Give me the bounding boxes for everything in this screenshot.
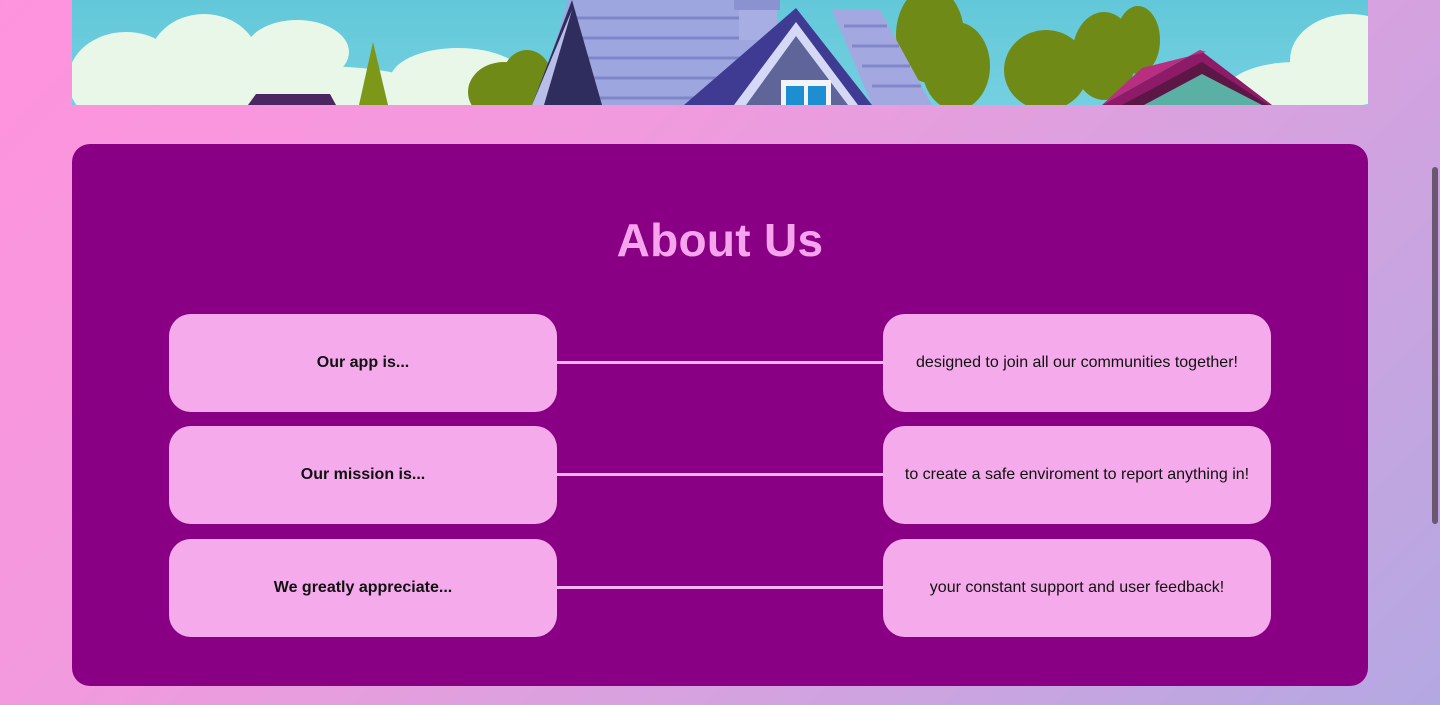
about-row: We greatly appreciate... your constant s… (169, 539, 1271, 637)
about-row-text: to create a safe enviroment to report an… (883, 426, 1271, 524)
connector-line (557, 361, 883, 364)
hero-illustration (72, 0, 1368, 105)
about-row: Our mission is... to create a safe envir… (169, 426, 1271, 524)
about-row-label: Our mission is... (169, 426, 557, 524)
about-title: About Us (616, 214, 824, 266)
about-row-label: Our app is... (169, 314, 557, 412)
about-row-text: designed to join all our communities tog… (883, 314, 1271, 412)
connector-line (557, 473, 883, 476)
about-section: About Us Our app is... designed to join … (72, 144, 1368, 686)
connector-line (557, 586, 883, 589)
about-row: Our app is... designed to join all our c… (169, 314, 1271, 412)
vertical-scrollbar[interactable] (1426, 0, 1440, 705)
scrollbar-thumb[interactable] (1432, 167, 1438, 524)
about-row-text: your constant support and user feedback! (883, 539, 1271, 637)
about-row-label: We greatly appreciate... (169, 539, 557, 637)
